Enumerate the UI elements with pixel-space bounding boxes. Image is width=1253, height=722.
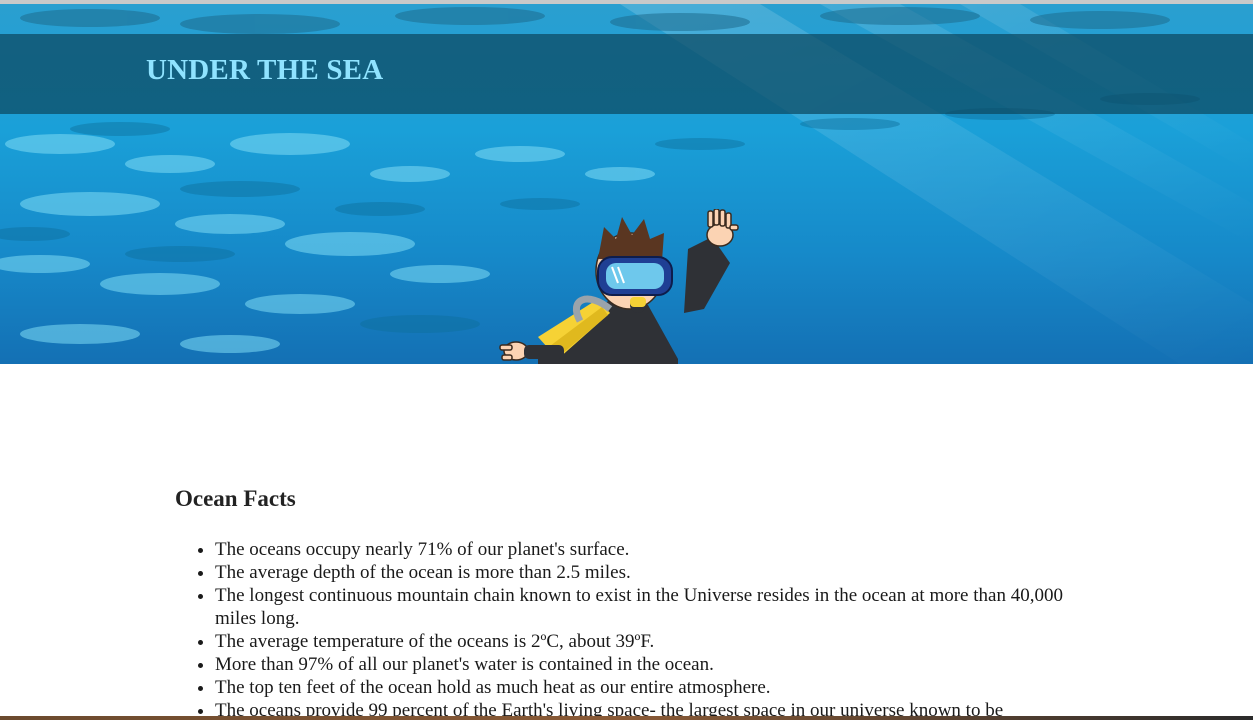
list-item: The average depth of the ocean is more t… [215,561,1075,584]
diver-illustration [499,209,739,364]
list-item: The oceans occupy nearly 71% of our plan… [215,538,1075,561]
list-item: The average temperature of the oceans is… [215,630,1075,653]
hero-banner: UNDER THE SEA [0,4,1253,364]
window-bottom-edge [0,716,1253,720]
list-item: The top ten feet of the ocean hold as mu… [215,676,1075,699]
title-bar: UNDER THE SEA [0,34,1253,114]
list-item: The longest continuous mountain chain kn… [215,584,1075,630]
facts-section: Ocean Facts The oceans occupy nearly 71%… [175,486,1075,722]
facts-list: The oceans occupy nearly 71% of our plan… [175,538,1075,722]
list-item: More than 97% of all our planet's water … [215,653,1075,676]
site-title: UNDER THE SEA [146,54,384,86]
facts-heading: Ocean Facts [175,486,296,511]
